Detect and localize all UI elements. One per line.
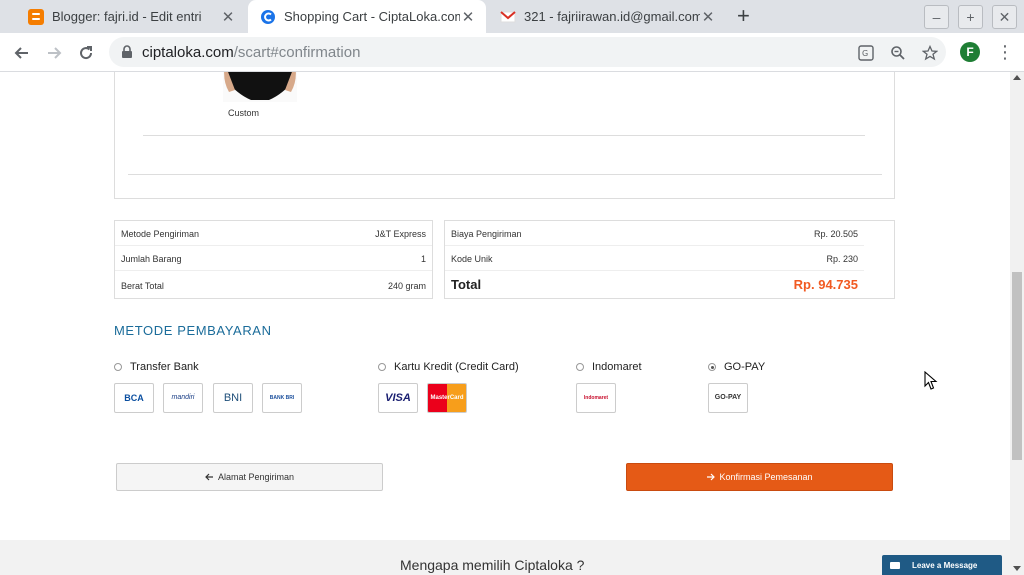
minimize-button[interactable]: –: [924, 5, 949, 29]
mouse-cursor-icon: [924, 371, 938, 390]
profile-avatar[interactable]: F: [960, 42, 980, 62]
url-path: /scart#confirmation: [233, 44, 361, 61]
close-window-button[interactable]: ✕: [992, 5, 1017, 29]
row-value: J&T Express: [375, 229, 426, 239]
chat-label: Leave a Message: [912, 561, 978, 570]
radio-credit-card[interactable]: [378, 363, 386, 371]
page-content: Custom Metode Pengiriman J&T Express Jum…: [0, 72, 1010, 575]
back-button-label: Alamat Pengiriman: [217, 472, 295, 482]
bca-logo: BCA: [114, 383, 154, 413]
why-choose-section: Mengapa memilih Ciptaloka ?: [0, 540, 1010, 575]
shipping-summary-table: Metode Pengiriman J&T Express Jumlah Bar…: [114, 220, 433, 299]
blogger-favicon-icon: [28, 8, 44, 25]
confirm-order-button[interactable]: Konfirmasi Pemesanan: [626, 463, 893, 491]
reload-icon[interactable]: [74, 41, 98, 65]
zoom-icon[interactable]: [890, 45, 906, 61]
back-arrow-icon[interactable]: [10, 41, 34, 65]
address-bar[interactable]: ciptaloka.com/scart#confirmation G: [109, 37, 946, 67]
product-variant-label: Custom: [228, 108, 260, 118]
row-value: Rp. 20.505: [813, 229, 858, 239]
row-value: Rp. 230: [826, 254, 858, 264]
scrollbar-thumb[interactable]: [1012, 272, 1022, 460]
close-tab-icon[interactable]: ✕: [700, 8, 716, 26]
payment-option-label: Transfer Bank: [130, 361, 199, 373]
scroll-up-arrow-icon[interactable]: [1013, 75, 1021, 80]
payment-option-label: Kartu Kredit (Credit Card): [394, 361, 519, 373]
tab-shopping-cart[interactable]: Shopping Cart - CiptaLoka.com ✕: [248, 0, 486, 33]
product-image: [223, 72, 297, 102]
payment-option-label: Indomaret: [592, 361, 642, 373]
indomaret-logo: Indomaret: [576, 383, 616, 413]
radio-bank-transfer[interactable]: [114, 363, 122, 371]
radio-gopay[interactable]: [708, 363, 716, 371]
bni-logo: BNI: [213, 383, 253, 413]
close-tab-icon[interactable]: ✕: [220, 8, 236, 26]
row-value: 1: [420, 254, 426, 264]
envelope-icon: [890, 562, 900, 569]
browser-tab-strip: Blogger: fajri.id - Edit entri ✕ Shoppin…: [0, 0, 1024, 33]
tab-gmail[interactable]: 321 - fajriirawan.id@gmail.com ✕: [490, 0, 726, 33]
radio-indomaret[interactable]: [576, 363, 584, 371]
gmail-favicon-icon: [500, 9, 516, 25]
summary-row-unique-code: Kode Unik Rp. 230: [445, 246, 864, 271]
lock-icon[interactable]: [121, 45, 133, 64]
total-value: Rp. 94.735: [793, 277, 858, 292]
translate-icon[interactable]: G: [858, 45, 874, 61]
tab-title: Shopping Cart - CiptaLoka.com: [284, 9, 460, 24]
gopay-logo: GO-PAY: [708, 383, 748, 413]
divider: [128, 174, 882, 175]
payment-section-title: METODE PEMBAYARAN: [114, 323, 272, 338]
browser-toolbar: ciptaloka.com/scart#confirmation G F ⋮: [0, 33, 1024, 72]
row-label: Biaya Pengiriman: [451, 229, 522, 239]
page-scrollbar[interactable]: [1010, 72, 1024, 575]
ciptaloka-favicon-icon: [260, 9, 276, 25]
why-choose-heading: Mengapa memilih Ciptaloka ?: [400, 557, 585, 573]
row-label: Metode Pengiriman: [121, 229, 200, 239]
row-label: Berat Total: [121, 281, 164, 291]
arrow-left-icon: [205, 465, 214, 491]
summary-row-shipping-method: Metode Pengiriman J&T Express: [115, 221, 432, 246]
tab-title: Blogger: fajri.id - Edit entri: [52, 9, 202, 24]
mastercard-logo: MasterCard: [427, 383, 467, 413]
mandiri-logo: mandiri: [163, 383, 203, 413]
arrow-right-icon: [706, 465, 716, 491]
close-tab-icon[interactable]: ✕: [460, 8, 476, 26]
svg-text:G: G: [862, 49, 868, 58]
leave-message-chat-button[interactable]: Leave a Message: [882, 555, 1002, 575]
row-label: Kode Unik: [451, 254, 493, 264]
more-menu-icon[interactable]: ⋮: [996, 41, 1014, 63]
tab-blogger[interactable]: Blogger: fajri.id - Edit entri ✕: [8, 0, 246, 33]
total-label: Total: [451, 277, 482, 292]
cost-summary-table: Biaya Pengiriman Rp. 20.505 Kode Unik Rp…: [444, 220, 895, 299]
tab-title: 321 - fajriirawan.id@gmail.com: [524, 9, 700, 24]
summary-row-item-count: Jumlah Barang 1: [115, 246, 432, 271]
new-tab-icon[interactable]: +: [737, 4, 750, 28]
visa-logo: VISA: [378, 383, 418, 413]
row-label: Jumlah Barang: [121, 254, 182, 264]
payment-option-label: GO-PAY: [724, 361, 766, 373]
forward-arrow-icon[interactable]: [42, 41, 66, 65]
cart-product-box: Custom: [114, 72, 895, 199]
summary-row-total: Total Rp. 94.735: [445, 271, 864, 298]
summary-row-total-weight: Berat Total 240 gram: [115, 271, 432, 298]
back-to-address-button[interactable]: Alamat Pengiriman: [116, 463, 383, 491]
scroll-down-arrow-icon[interactable]: [1013, 566, 1021, 571]
summary-row-shipping-cost: Biaya Pengiriman Rp. 20.505: [445, 221, 864, 246]
divider: [143, 135, 865, 136]
confirm-button-label: Konfirmasi Pemesanan: [719, 472, 813, 482]
url-host: ciptaloka.com: [142, 44, 234, 61]
row-value: 240 gram: [387, 281, 426, 291]
bri-logo: BANK BRI: [262, 383, 302, 413]
bookmark-star-icon[interactable]: [921, 44, 939, 61]
url-text: ciptaloka.com/scart#confirmation: [142, 44, 360, 61]
restore-button[interactable]: +: [958, 5, 983, 29]
